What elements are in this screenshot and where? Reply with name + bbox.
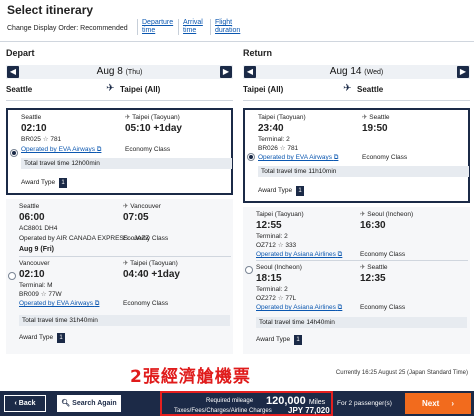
plane-icon: ✈	[106, 83, 115, 94]
operator-link[interactable]: Operated by EVA Airways ⧉	[19, 300, 99, 308]
operator-link[interactable]: Operated by EVA Airways ⧉	[21, 146, 101, 154]
promo-annotation: 2張經濟艙機票	[130, 367, 251, 387]
current-time-status: Currently 16:25 August 25 (Japan Standar…	[335, 370, 468, 376]
return-option-2[interactable]: Taipei (Taoyuan) ✈ Seoul (Incheon) 12:55…	[243, 207, 470, 354]
plane-icon: ✈	[343, 83, 352, 94]
return-option-1[interactable]: Taipei (Taoyuan) ✈ Seattle 23:40 19:50 T…	[243, 108, 470, 203]
divider	[243, 100, 470, 101]
operator-link[interactable]: Operated by Asiana Airlines ⧉	[256, 304, 342, 312]
award-type: Award Type 1	[21, 178, 68, 188]
back-button[interactable]: ‹ Back	[4, 395, 46, 412]
radio-button[interactable]	[245, 266, 253, 274]
award-type: Award Type 1	[19, 333, 66, 343]
operator-link[interactable]: Operated by Asiana Airlines ⧉	[256, 251, 342, 259]
divider	[19, 256, 231, 257]
external-link-icon: ⧉	[94, 300, 100, 307]
depart-date-bar: ◀ Aug 8 (Thu) ▶	[6, 65, 233, 79]
chevron-right-icon: ›	[451, 399, 454, 408]
taxes-value: JPY 77,020	[288, 406, 330, 415]
next-day-arrow-icon[interactable]: ▶	[457, 66, 469, 78]
depart-option-1[interactable]: Seattle ✈ Taipei (Taoyuan) 02:10 05:10 +…	[6, 108, 233, 195]
award-type-badge: 1	[296, 186, 305, 196]
next-day-arrow-icon[interactable]: ▶	[220, 66, 232, 78]
award-type: Award Type 1	[258, 186, 305, 196]
order-label: Change Display Order: Recommended	[7, 25, 128, 32]
external-link-icon: ⧉	[333, 154, 339, 161]
operator-link[interactable]: Operated by EVA Airways ⧉	[258, 154, 338, 162]
return-column: Return ◀ Aug 14 (Wed) ▶ Taipei (All) ✈ S…	[243, 48, 470, 354]
radio-button[interactable]	[8, 272, 16, 280]
award-type-badge: 1	[294, 335, 303, 345]
search-again-button[interactable]: 🔍︎ Search Again	[57, 395, 121, 412]
divider	[256, 260, 468, 261]
award-type-badge: 1	[57, 333, 66, 343]
star-icon: ☆	[42, 136, 49, 143]
return-heading: Return	[243, 48, 272, 58]
depart-date: Aug 8 (Thu)	[96, 66, 143, 77]
total-travel-time: Total travel time 12h00min	[21, 158, 232, 169]
day-label: Aug 9 (Fri)	[19, 246, 54, 253]
depart-column: Depart ◀ Aug 8 (Thu) ▶ Seattle ✈ Taipei …	[6, 48, 233, 354]
total-travel-time: Total travel time 14h40min	[256, 317, 467, 328]
depart-heading: Depart	[6, 48, 35, 58]
return-date-bar: ◀ Aug 14 (Wed) ▶	[243, 65, 470, 79]
sort-flight-duration[interactable]: Flight duration	[210, 19, 240, 35]
return-date: Aug 14 (Wed)	[329, 66, 384, 77]
external-link-icon: ⧉	[337, 251, 343, 258]
star-icon: ☆	[279, 145, 286, 152]
required-mileage-summary: Required mileage 120,000 Miles Taxes/Fee…	[160, 391, 333, 416]
total-travel-time: Total travel time 11h10min	[258, 166, 469, 177]
sort-arrival-time[interactable]: Arrival time	[178, 19, 203, 35]
passenger-count: For 2 passenger(s)	[337, 400, 392, 407]
total-travel-time: Total travel time 31h40min	[19, 315, 230, 326]
order-current: Recommended	[80, 25, 128, 32]
award-type-badge: 1	[59, 178, 68, 188]
return-route: Taipei (All) ✈ Seattle	[243, 83, 384, 94]
award-type: Award Type 1	[256, 335, 303, 345]
footer-bar: ‹ Back 🔍︎ Search Again Required mileage …	[0, 391, 474, 416]
search-icon: 🔍︎	[61, 400, 71, 407]
sort-departure-time[interactable]: Departure time	[137, 19, 173, 35]
page-title: Select itinerary	[7, 3, 94, 17]
radio-button[interactable]	[247, 153, 255, 161]
external-link-icon: ⧉	[337, 304, 343, 311]
star-icon: ☆	[277, 242, 284, 249]
chevron-left-icon: ‹	[14, 400, 17, 407]
divider	[6, 100, 233, 101]
depart-route: Seattle ✈ Taipei (All)	[6, 83, 161, 94]
star-icon: ☆	[277, 295, 284, 302]
star-icon: ☆	[40, 291, 47, 298]
external-link-icon: ⧉	[96, 146, 102, 153]
next-button[interactable]: Next ›	[405, 393, 471, 414]
radio-button[interactable]	[10, 149, 18, 157]
header-divider	[0, 41, 474, 42]
depart-option-2[interactable]: Seattle ✈ Vancouver 06:00 07:05 AC8801 D…	[6, 199, 233, 354]
